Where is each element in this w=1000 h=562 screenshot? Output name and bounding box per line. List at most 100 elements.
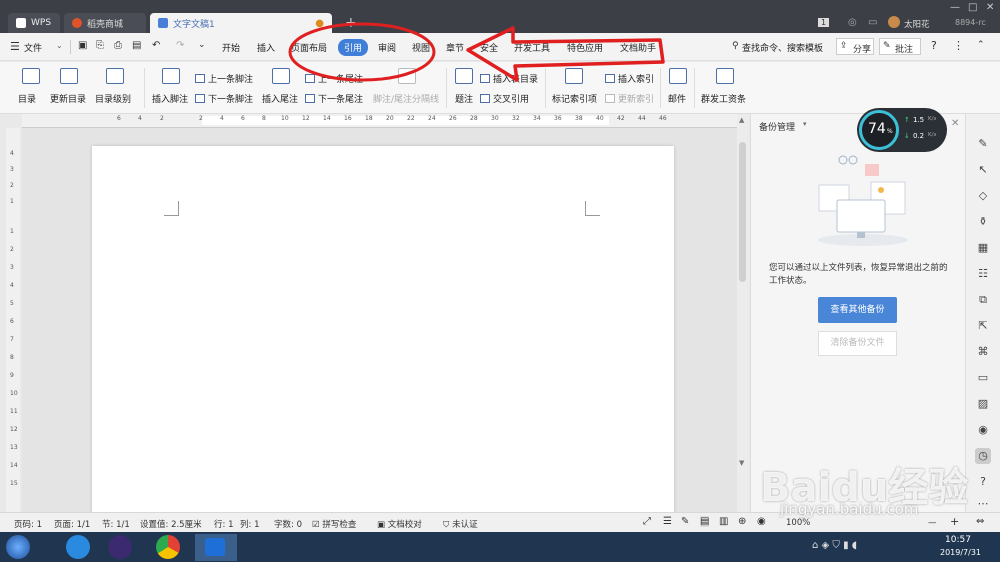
- next-footnote-button[interactable]: 下一条脚注: [195, 92, 253, 105]
- menu-security[interactable]: 安全: [480, 41, 498, 54]
- compass-icon[interactable]: ◉: [975, 422, 991, 438]
- insert-endnote-icon[interactable]: [272, 68, 290, 84]
- fit-width-icon[interactable]: ⇔: [976, 516, 984, 527]
- new-tab-icon[interactable]: +: [345, 15, 357, 31]
- print-icon[interactable]: ⎙: [114, 40, 122, 51]
- customize-toolbar-icon[interactable]: ⌄: [198, 40, 206, 50]
- page-view-icon[interactable]: ▤: [700, 516, 710, 527]
- share-button[interactable]: ⇪ 分享: [836, 38, 874, 55]
- menu-insert[interactable]: 插入: [257, 41, 275, 54]
- panel-title[interactable]: 备份管理: [759, 120, 795, 133]
- more-icon[interactable]: ⋮: [953, 39, 964, 52]
- scrollbar-thumb[interactable]: [739, 142, 746, 282]
- clock-time[interactable]: 10:57: [945, 535, 971, 545]
- clear-backups-button[interactable]: 清除备份文件: [818, 331, 897, 356]
- share-out-icon[interactable]: ⇱: [975, 318, 991, 334]
- menu-file[interactable]: 文件: [24, 41, 42, 54]
- scroll-up-icon[interactable]: ▲: [739, 116, 744, 124]
- pen-icon[interactable]: ✎: [681, 516, 689, 527]
- close-icon[interactable]: ✕: [986, 2, 994, 13]
- start-button-icon[interactable]: [6, 535, 30, 559]
- document-page[interactable]: [92, 146, 674, 526]
- web-view-icon[interactable]: ⊕: [738, 516, 746, 527]
- redo-icon[interactable]: ↷: [176, 40, 184, 51]
- zoom-out-icon[interactable]: —: [928, 518, 937, 528]
- backup-history-icon[interactable]: ◷: [975, 448, 991, 464]
- prev-endnote-button[interactable]: 上一条尾注: [305, 72, 363, 85]
- menu-start[interactable]: 开始: [222, 41, 240, 54]
- send-docs-icon[interactable]: [716, 68, 734, 84]
- app-cloud-icon[interactable]: [66, 535, 90, 559]
- eye-icon[interactable]: ◉: [757, 516, 766, 527]
- zoom-in-icon[interactable]: +: [950, 515, 959, 528]
- mail-button[interactable]: 邮件: [668, 92, 686, 105]
- window-layout-icon[interactable]: ▭: [868, 17, 877, 28]
- image-icon[interactable]: ▨: [975, 396, 991, 412]
- app-media-icon[interactable]: [108, 535, 132, 559]
- settings-sliders-icon[interactable]: ☷: [975, 266, 991, 282]
- taskbar-wps-item[interactable]: [195, 534, 237, 561]
- fullscreen-icon[interactable]: ⤢: [643, 516, 651, 527]
- next-endnote-button[interactable]: 下一条尾注: [305, 92, 363, 105]
- toc-button[interactable]: 目录: [18, 92, 36, 105]
- unverified-button[interactable]: ⛉ 未认证: [443, 518, 478, 530]
- archive-icon[interactable]: ▭: [975, 370, 991, 386]
- network-speed-widget[interactable]: 74 % ↑ 1.5 K/s ↓ 0.2 K/s: [857, 108, 947, 152]
- insert-footnote-icon[interactable]: [162, 68, 180, 84]
- tab-wps[interactable]: WPS: [8, 13, 60, 33]
- zoom-level[interactable]: 100%: [786, 518, 810, 528]
- status-setting[interactable]: 设置值: 2.5厘米: [140, 518, 202, 530]
- menu-review[interactable]: 审阅: [378, 41, 396, 54]
- toc-level-icon[interactable]: [106, 68, 124, 84]
- minimize-icon[interactable]: —: [950, 2, 960, 13]
- menu-special[interactable]: 特色应用: [567, 41, 603, 54]
- status-words[interactable]: 字数: 0: [274, 518, 302, 530]
- toc-icon[interactable]: [22, 68, 40, 84]
- clock-date[interactable]: 2019/7/31: [940, 548, 981, 557]
- update-toc-button[interactable]: 更新目录: [50, 92, 86, 105]
- shapes-icon[interactable]: ◇: [975, 188, 991, 204]
- insert-table-toc-button[interactable]: 插入表目录: [480, 72, 538, 85]
- document-scrollbar[interactable]: ▲ ▼: [737, 114, 749, 512]
- status-page[interactable]: 页码: 1: [14, 518, 42, 530]
- chrome-icon[interactable]: [156, 535, 180, 559]
- tray-icons[interactable]: ⌂ ◈ ⛉ ▮ ◖: [812, 540, 857, 551]
- cross-ref-button[interactable]: 交叉引用: [480, 92, 529, 105]
- outline-icon[interactable]: ☰: [663, 516, 672, 527]
- menu-doc-assistant[interactable]: 文档助手: [620, 41, 656, 54]
- mark-index-icon[interactable]: [565, 68, 583, 84]
- comment-button[interactable]: ✎ 批注: [879, 38, 921, 55]
- undo-icon[interactable]: ↶: [152, 40, 160, 51]
- caption-button[interactable]: 题注: [455, 92, 473, 105]
- export-pdf-icon[interactable]: ⎘: [96, 40, 104, 51]
- maximize-icon[interactable]: □: [968, 2, 977, 13]
- toc-level-button[interactable]: 目录级别: [95, 92, 131, 105]
- skin-icon[interactable]: ◎: [848, 17, 857, 28]
- cursor-icon[interactable]: ↖: [975, 162, 991, 178]
- menu-chapter[interactable]: 章节: [446, 41, 464, 54]
- mail-icon[interactable]: [669, 68, 687, 84]
- command-search[interactable]: 查找命令、搜索模板: [742, 41, 823, 54]
- tree-icon[interactable]: ⌘: [975, 344, 991, 360]
- read-mode-icon[interactable]: ▥: [719, 516, 728, 527]
- tab-document[interactable]: 文字文稿1 ●: [150, 13, 332, 33]
- tab-docer-store[interactable]: 稻壳商城: [64, 13, 146, 33]
- mark-index-button[interactable]: 标记索引项: [552, 92, 597, 105]
- prev-footnote-button[interactable]: 上一条脚注: [195, 72, 253, 85]
- table-icon[interactable]: ▦: [975, 240, 991, 256]
- spell-check-button[interactable]: ☑ 拼写检查: [312, 518, 356, 530]
- print-preview-icon[interactable]: ▤: [132, 40, 141, 51]
- insert-index-button[interactable]: 插入索引: [605, 72, 654, 85]
- insert-footnote-button[interactable]: 插入脚注: [152, 92, 188, 105]
- copy-icon[interactable]: ⧉: [975, 292, 991, 308]
- avatar[interactable]: [888, 16, 900, 28]
- window-count-badge[interactable]: 1: [818, 18, 830, 27]
- search-icon[interactable]: ⚲: [732, 41, 739, 51]
- chevron-down-icon[interactable]: ▾: [803, 120, 807, 128]
- send-docs-button[interactable]: 群发工资条: [701, 92, 746, 105]
- pen-icon[interactable]: ✎: [975, 136, 991, 152]
- doc-proof-button[interactable]: ▣ 文档校对: [377, 518, 422, 530]
- help-icon[interactable]: ?: [931, 39, 937, 52]
- menu-references[interactable]: 引用: [338, 39, 369, 56]
- username[interactable]: 太阳花: [904, 18, 930, 30]
